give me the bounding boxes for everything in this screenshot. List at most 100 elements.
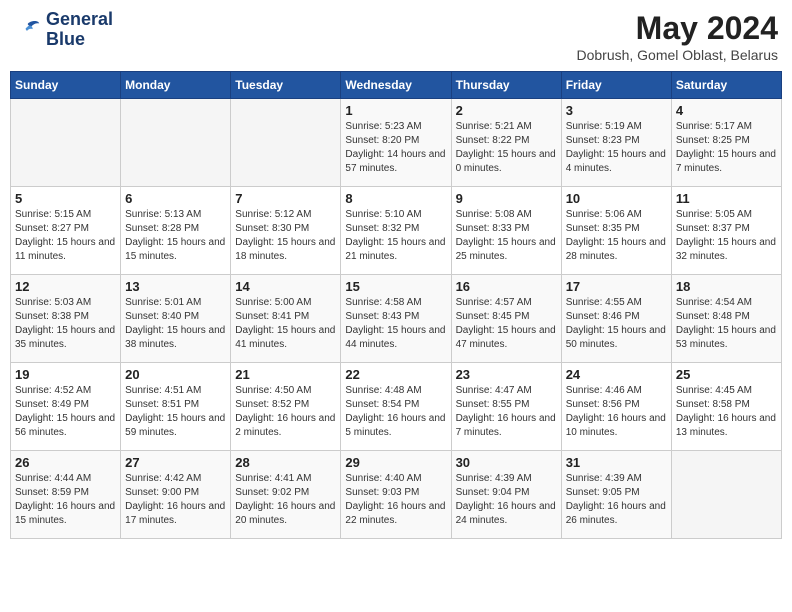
calendar-week-row: 1 Sunrise: 5:23 AM Sunset: 8:20 PM Daylig… <box>11 99 782 187</box>
cell-info: Sunrise: 5:13 AM Sunset: 8:28 PM Dayligh… <box>125 208 226 264</box>
cell-info: Sunrise: 5:23 AM Sunset: 8:20 PM Dayligh… <box>345 120 446 176</box>
page-header: General Blue May 2024 Dobrush, Gomel Obl… <box>10 10 782 63</box>
cell-info: Sunrise: 4:55 AM Sunset: 8:46 PM Dayligh… <box>566 296 667 352</box>
day-number: 28 <box>235 455 336 470</box>
day-number: 5 <box>15 191 116 206</box>
calendar-cell: 3Sunrise: 5:19 AM Sunset: 8:23 PM Daylig… <box>561 99 671 187</box>
calendar-cell: 26Sunrise: 4:44 AM Sunset: 8:59 PM Dayli… <box>11 451 121 539</box>
calendar-cell <box>121 99 231 187</box>
title-block: May 2024 Dobrush, Gomel Oblast, Belarus <box>576 10 778 63</box>
cell-info: Sunrise: 5:08 AM Sunset: 8:33 PM Dayligh… <box>456 208 557 264</box>
calendar-week-row: 19 Sunrise: 4:52 AM Sunset: 8:49 PM Dayli… <box>11 363 782 451</box>
calendar-cell: 23Sunrise: 4:47 AM Sunset: 8:55 PM Dayli… <box>451 363 561 451</box>
calendar-cell: 25Sunrise: 4:45 AM Sunset: 8:58 PM Dayli… <box>671 363 781 451</box>
calendar-cell: 10 Sunrise: 5:06 AM Sunset: 8:35 PM Dayli… <box>561 187 671 275</box>
cell-info: Sunrise: 4:50 AM Sunset: 8:52 PM Dayligh… <box>235 384 336 440</box>
day-number: 14 <box>235 279 336 294</box>
day-number: 13 <box>125 279 226 294</box>
cell-info: Sunrise: 4:54 AM Sunset: 8:48 PM Dayligh… <box>676 296 777 352</box>
calendar-cell: 28 Sunrise: 4:41 AM Sunset: 9:02 PM Dayli… <box>231 451 341 539</box>
calendar-week-row: 12Sunrise: 5:03 AM Sunset: 8:38 PM Dayli… <box>11 275 782 363</box>
calendar-cell: 6 Sunrise: 5:13 AM Sunset: 8:28 PM Daylig… <box>121 187 231 275</box>
weekday-header-tuesday: Tuesday <box>231 72 341 99</box>
day-number: 27 <box>125 455 226 470</box>
calendar-cell: 19 Sunrise: 4:52 AM Sunset: 8:49 PM Dayli… <box>11 363 121 451</box>
day-number: 20 <box>125 367 226 382</box>
calendar-cell <box>231 99 341 187</box>
calendar-cell: 20 Sunrise: 4:51 AM Sunset: 8:51 PM Dayli… <box>121 363 231 451</box>
cell-info: Sunrise: 5:12 AM Sunset: 8:30 PM Dayligh… <box>235 208 336 264</box>
calendar-cell: 7 Sunrise: 5:12 AM Sunset: 8:30 PM Daylig… <box>231 187 341 275</box>
cell-info: Sunrise: 5:15 AM Sunset: 8:27 PM Dayligh… <box>15 208 116 264</box>
day-number: 16 <box>456 279 557 294</box>
calendar-cell: 18 Sunrise: 4:54 AM Sunset: 8:48 PM Dayli… <box>671 275 781 363</box>
location-subtitle: Dobrush, Gomel Oblast, Belarus <box>576 47 778 63</box>
calendar-cell: 21 Sunrise: 4:50 AM Sunset: 8:52 PM Dayli… <box>231 363 341 451</box>
day-number: 2 <box>456 103 557 118</box>
day-number: 19 <box>15 367 116 382</box>
logo-text: General Blue <box>46 10 113 50</box>
calendar-cell: 22 Sunrise: 4:48 AM Sunset: 8:54 PM Dayli… <box>341 363 451 451</box>
calendar-week-row: 5 Sunrise: 5:15 AM Sunset: 8:27 PM Daylig… <box>11 187 782 275</box>
cell-info: Sunrise: 4:46 AM Sunset: 8:56 PM Dayligh… <box>566 384 667 440</box>
cell-info: Sunrise: 4:39 AM Sunset: 9:05 PM Dayligh… <box>566 472 667 528</box>
day-number: 25 <box>676 367 777 382</box>
calendar-cell: 27 Sunrise: 4:42 AM Sunset: 9:00 PM Dayli… <box>121 451 231 539</box>
day-number: 11 <box>676 191 777 206</box>
day-number: 1 <box>345 103 446 118</box>
cell-info: Sunrise: 4:58 AM Sunset: 8:43 PM Dayligh… <box>345 296 446 352</box>
calendar-cell: 2 Sunrise: 5:21 AM Sunset: 8:22 PM Daylig… <box>451 99 561 187</box>
day-number: 15 <box>345 279 446 294</box>
calendar-table: SundayMondayTuesdayWednesdayThursdayFrid… <box>10 71 782 539</box>
day-number: 24 <box>566 367 667 382</box>
day-number: 6 <box>125 191 226 206</box>
day-number: 8 <box>345 191 446 206</box>
cell-info: Sunrise: 4:42 AM Sunset: 9:00 PM Dayligh… <box>125 472 226 528</box>
cell-info: Sunrise: 5:00 AM Sunset: 8:41 PM Dayligh… <box>235 296 336 352</box>
cell-info: Sunrise: 4:51 AM Sunset: 8:51 PM Dayligh… <box>125 384 226 440</box>
calendar-cell: 15 Sunrise: 4:58 AM Sunset: 8:43 PM Dayli… <box>341 275 451 363</box>
calendar-week-row: 26Sunrise: 4:44 AM Sunset: 8:59 PM Dayli… <box>11 451 782 539</box>
weekday-header-wednesday: Wednesday <box>341 72 451 99</box>
cell-info: Sunrise: 5:19 AM Sunset: 8:23 PM Dayligh… <box>566 120 667 176</box>
cell-info: Sunrise: 4:52 AM Sunset: 8:49 PM Dayligh… <box>15 384 116 440</box>
day-number: 10 <box>566 191 667 206</box>
calendar-cell: 30 Sunrise: 4:39 AM Sunset: 9:04 PM Dayli… <box>451 451 561 539</box>
cell-info: Sunrise: 5:03 AM Sunset: 8:38 PM Dayligh… <box>15 296 116 352</box>
calendar-cell: 29Sunrise: 4:40 AM Sunset: 9:03 PM Dayli… <box>341 451 451 539</box>
day-number: 23 <box>456 367 557 382</box>
calendar-cell: 11 Sunrise: 5:05 AM Sunset: 8:37 PM Dayli… <box>671 187 781 275</box>
calendar-cell: 14 Sunrise: 5:00 AM Sunset: 8:41 PM Dayli… <box>231 275 341 363</box>
calendar-cell <box>671 451 781 539</box>
day-number: 18 <box>676 279 777 294</box>
cell-info: Sunrise: 4:57 AM Sunset: 8:45 PM Dayligh… <box>456 296 557 352</box>
calendar-cell: 9Sunrise: 5:08 AM Sunset: 8:33 PM Daylig… <box>451 187 561 275</box>
calendar-cell: 12Sunrise: 5:03 AM Sunset: 8:38 PM Dayli… <box>11 275 121 363</box>
day-number: 4 <box>676 103 777 118</box>
day-number: 30 <box>456 455 557 470</box>
cell-info: Sunrise: 4:48 AM Sunset: 8:54 PM Dayligh… <box>345 384 446 440</box>
day-number: 7 <box>235 191 336 206</box>
cell-info: Sunrise: 5:21 AM Sunset: 8:22 PM Dayligh… <box>456 120 557 176</box>
cell-info: Sunrise: 5:05 AM Sunset: 8:37 PM Dayligh… <box>676 208 777 264</box>
cell-info: Sunrise: 4:41 AM Sunset: 9:02 PM Dayligh… <box>235 472 336 528</box>
calendar-cell: 1 Sunrise: 5:23 AM Sunset: 8:20 PM Daylig… <box>341 99 451 187</box>
calendar-cell: 16 Sunrise: 4:57 AM Sunset: 8:45 PM Dayli… <box>451 275 561 363</box>
cell-info: Sunrise: 4:39 AM Sunset: 9:04 PM Dayligh… <box>456 472 557 528</box>
day-number: 31 <box>566 455 667 470</box>
calendar-cell: 4Sunrise: 5:17 AM Sunset: 8:25 PM Daylig… <box>671 99 781 187</box>
weekday-header-monday: Monday <box>121 72 231 99</box>
calendar-cell: 8 Sunrise: 5:10 AM Sunset: 8:32 PM Daylig… <box>341 187 451 275</box>
cell-info: Sunrise: 5:10 AM Sunset: 8:32 PM Dayligh… <box>345 208 446 264</box>
day-number: 21 <box>235 367 336 382</box>
calendar-cell: 24 Sunrise: 4:46 AM Sunset: 8:56 PM Dayli… <box>561 363 671 451</box>
day-number: 22 <box>345 367 446 382</box>
day-number: 29 <box>345 455 446 470</box>
calendar-cell <box>11 99 121 187</box>
weekday-header-row: SundayMondayTuesdayWednesdayThursdayFrid… <box>11 72 782 99</box>
logo: General Blue <box>14 10 113 50</box>
weekday-header-sunday: Sunday <box>11 72 121 99</box>
cell-info: Sunrise: 5:06 AM Sunset: 8:35 PM Dayligh… <box>566 208 667 264</box>
calendar-cell: 5 Sunrise: 5:15 AM Sunset: 8:27 PM Daylig… <box>11 187 121 275</box>
calendar-cell: 13Sunrise: 5:01 AM Sunset: 8:40 PM Dayli… <box>121 275 231 363</box>
